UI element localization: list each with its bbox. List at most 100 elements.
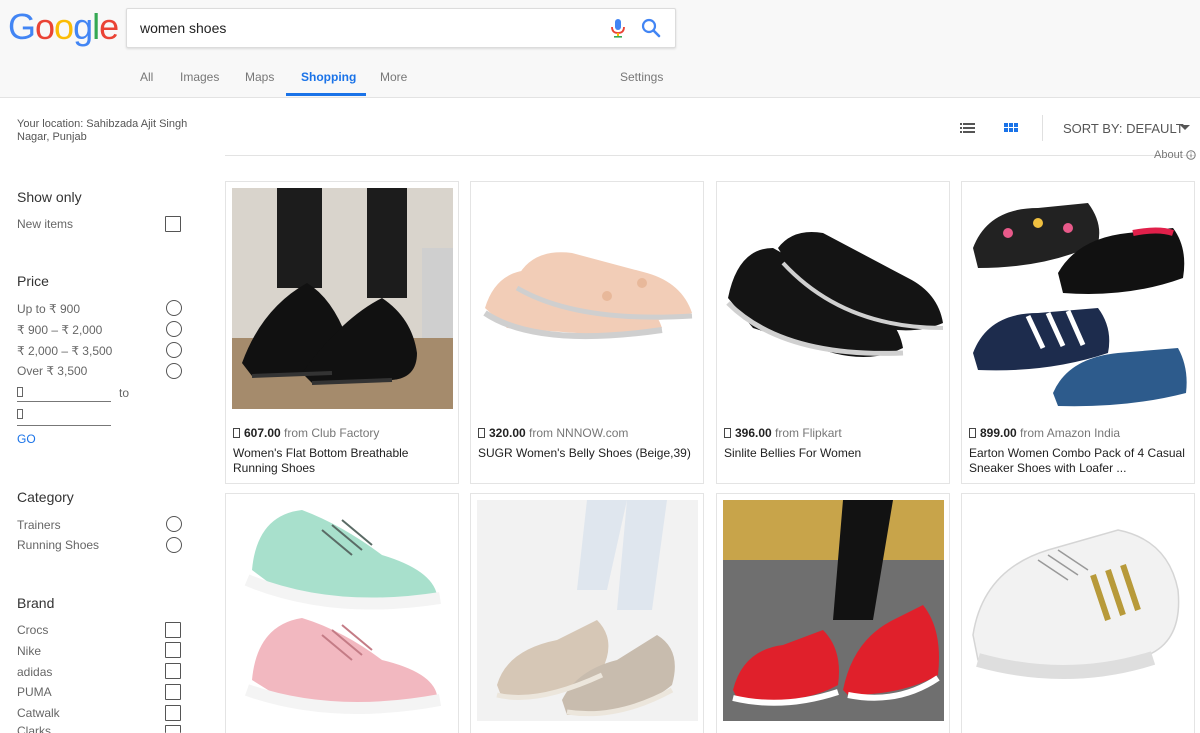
price-value: 899.00 [980, 426, 1017, 440]
product-price: 607.00 from Club Factory [233, 426, 379, 440]
brand-option-label: Clarks [17, 724, 52, 733]
category-radio[interactable] [166, 537, 182, 553]
product-card[interactable] [716, 493, 950, 733]
tab-all[interactable]: All [140, 70, 153, 84]
product-card[interactable] [470, 493, 704, 733]
seller-label: from NNNOW.com [529, 426, 629, 440]
tab-images[interactable]: Images [180, 70, 219, 84]
brand-option-label: adidas [17, 665, 53, 679]
info-icon[interactable] [1186, 150, 1196, 160]
product-image[interactable] [723, 188, 944, 409]
product-card[interactable]: 899.00 from Amazon India Earton Women Co… [961, 181, 1195, 484]
price-value: 607.00 [244, 426, 281, 440]
tab-shopping[interactable]: Shopping [301, 70, 356, 84]
logo-letter: G [8, 6, 36, 47]
logo-letter: e [99, 6, 119, 47]
product-card[interactable] [961, 493, 1195, 733]
brand-checkbox[interactable] [165, 684, 181, 700]
brand-option-label: Catwalk [17, 706, 60, 720]
rupee-icon [724, 428, 731, 438]
seller-label: from Flipkart [775, 426, 842, 440]
google-logo[interactable]: Google [8, 6, 119, 48]
chevron-down-icon[interactable] [1180, 125, 1190, 130]
sort-button[interactable]: SORT BY: DEFAULT [1063, 121, 1184, 136]
header: Google All Images Maps Shopping More Set… [0, 0, 1200, 98]
seller-label: from Club Factory [284, 426, 380, 440]
product-price: 899.00 from Amazon India [969, 426, 1120, 440]
logo-letter: o [35, 6, 55, 47]
product-image[interactable] [968, 500, 1189, 721]
brand-heading: Brand [17, 595, 55, 611]
price-option-label: ₹ 2,000 – ₹ 3,500 [17, 344, 113, 358]
category-option-label: Running Shoes [17, 538, 100, 552]
logo-letter: l [92, 6, 100, 47]
product-title[interactable]: SUGR Women's Belly Shoes (Beige,39) [478, 446, 698, 461]
product-card[interactable] [225, 493, 459, 733]
brand-checkbox[interactable] [165, 725, 181, 733]
product-image[interactable] [477, 188, 698, 409]
rupee-icon [17, 387, 23, 397]
tab-settings[interactable]: Settings [620, 70, 663, 84]
category-heading: Category [17, 489, 74, 505]
logo-letter: o [54, 6, 74, 47]
rupee-icon [478, 428, 485, 438]
list-view-icon[interactable] [958, 120, 978, 136]
logo-letter: g [73, 6, 93, 47]
tab-maps[interactable]: Maps [245, 70, 274, 84]
price-option-label: ₹ 900 – ₹ 2,000 [17, 323, 103, 337]
brand-checkbox[interactable] [165, 642, 181, 658]
product-card[interactable]: 396.00 from Flipkart Sinlite Bellies For… [716, 181, 950, 484]
brand-checkbox[interactable] [165, 663, 181, 679]
search-icon[interactable] [639, 16, 663, 40]
product-title[interactable]: Sinlite Bellies For Women [724, 446, 944, 461]
active-tab-indicator [286, 93, 366, 96]
toolbar-divider [1042, 115, 1043, 141]
category-option-label: Trainers [17, 518, 61, 532]
brand-option-label: Crocs [17, 623, 49, 637]
about-link[interactable]: About [1154, 149, 1183, 161]
product-image[interactable] [968, 188, 1189, 409]
product-image[interactable] [723, 500, 944, 721]
min-price-input[interactable] [17, 401, 111, 402]
location-text: Your location: Sahibzada Ajit Singh Naga… [17, 118, 188, 143]
price-value: 320.00 [489, 426, 526, 440]
brand-checkbox[interactable] [165, 705, 181, 721]
product-card[interactable]: 607.00 from Club Factory Women's Flat Bo… [225, 181, 459, 484]
grid-view-icon[interactable] [1001, 120, 1021, 136]
rupee-icon [17, 409, 23, 419]
product-title[interactable]: Earton Women Combo Pack of 4 Casual Snea… [969, 446, 1189, 476]
price-radio[interactable] [166, 321, 182, 337]
search-input[interactable] [140, 18, 600, 38]
price-radio[interactable] [166, 363, 182, 379]
price-to-label: to [119, 386, 130, 400]
price-option-label: Up to ₹ 900 [17, 302, 81, 316]
toolbar-divider-line [225, 155, 1195, 156]
product-image[interactable] [232, 188, 453, 409]
price-radio[interactable] [166, 342, 182, 358]
price-option-label: Over ₹ 3,500 [17, 364, 88, 378]
microphone-icon[interactable] [607, 16, 629, 40]
product-image[interactable] [477, 500, 698, 721]
brand-checkbox[interactable] [165, 622, 181, 638]
max-price-input[interactable] [17, 425, 111, 426]
product-image[interactable] [232, 500, 453, 721]
product-card[interactable]: 320.00 from NNNOW.com SUGR Women's Belly… [470, 181, 704, 484]
brand-option-label: Nike [17, 644, 42, 658]
price-value: 396.00 [735, 426, 772, 440]
price-radio[interactable] [166, 300, 182, 316]
brand-option-label: PUMA [17, 685, 52, 699]
product-price: 320.00 from NNNOW.com [478, 426, 628, 440]
show-only-heading: Show only [17, 189, 82, 205]
search-box [126, 8, 676, 48]
new-items-checkbox[interactable] [165, 216, 181, 232]
price-go-button[interactable]: GO [17, 432, 36, 446]
rupee-icon [969, 428, 976, 438]
product-title[interactable]: Women's Flat Bottom Breathable Running S… [233, 446, 453, 476]
rupee-icon [233, 428, 240, 438]
price-heading: Price [17, 273, 49, 289]
filter-new-items-label: New items [17, 217, 74, 231]
seller-label: from Amazon India [1020, 426, 1121, 440]
tab-more[interactable]: More [380, 70, 407, 84]
product-price: 396.00 from Flipkart [724, 426, 842, 440]
category-radio[interactable] [166, 516, 182, 532]
